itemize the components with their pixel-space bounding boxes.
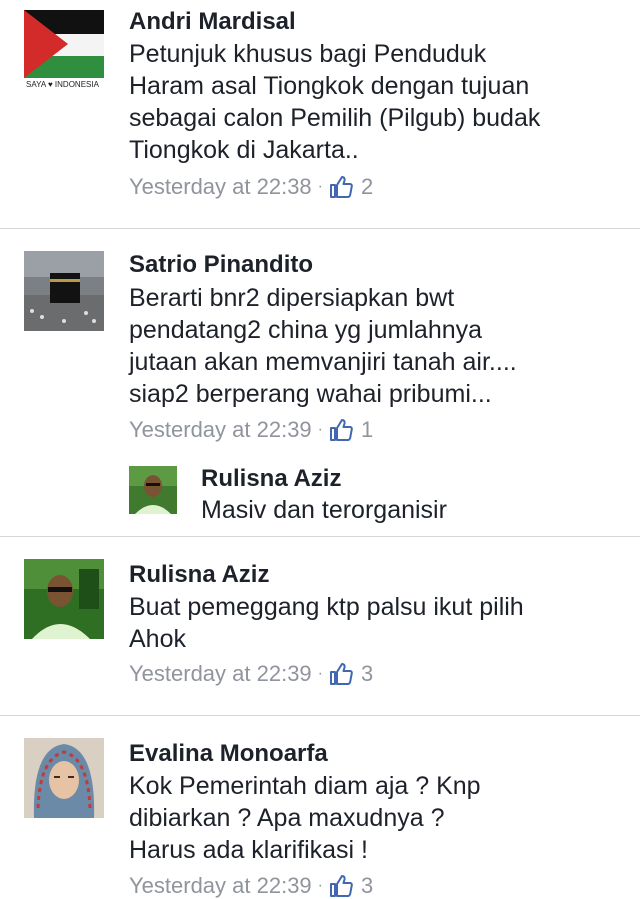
separator-dot: · <box>317 877 323 894</box>
comment-line: Haram asal Tiongkok dengan tujuan <box>129 72 530 100</box>
timestamp[interactable]: Yesterday at 22:39 <box>129 873 312 899</box>
timestamp[interactable]: Yesterday at 22:39 <box>129 417 312 443</box>
thumbs-up-icon[interactable] <box>329 418 353 442</box>
comment-author[interactable]: Evalina Monoarfa <box>129 740 328 768</box>
kaaba-avatar-image <box>24 251 104 331</box>
comment-meta: Yesterday at 22:39 · 3 <box>129 661 373 687</box>
comment-line: Ahok <box>129 625 186 653</box>
reply-author[interactable]: Rulisna Aziz <box>201 465 341 493</box>
comment-andri-mardisal: SAYA ♥ INDONESIA Andri Mardisal Petunjuk… <box>0 0 640 228</box>
comment-text: Kok Pemerintah diam aja ? Knp dibiarkan … <box>129 770 629 866</box>
comment-meta: Yesterday at 22:39 · 1 <box>129 417 373 443</box>
reply-avatar[interactable] <box>129 466 177 514</box>
comment-text: Buat pemeggang ktp palsu ikut pilih Ahok <box>129 591 629 655</box>
comment-text: Petunjuk khusus bagi Penduduk Haram asal… <box>129 38 629 166</box>
comment-line: jutaan akan memvanjiri tanah air.... <box>129 348 517 376</box>
comment-author[interactable]: Rulisna Aziz <box>129 561 269 589</box>
comment-line: Kok Pemerintah diam aja ? Knp <box>129 772 481 800</box>
avatar[interactable] <box>24 251 104 331</box>
thumbs-up-icon[interactable] <box>329 662 353 686</box>
separator-dot: · <box>317 178 323 195</box>
comment-text: Berarti bnr2 dipersiapkan bwt pendatang2… <box>129 282 629 410</box>
like-count[interactable]: 3 <box>361 661 373 687</box>
woman-avatar-image <box>24 738 104 818</box>
like-count[interactable]: 3 <box>361 873 373 899</box>
palestine-flag-avatar-image: SAYA ♥ INDONESIA <box>24 10 104 90</box>
comment-author[interactable]: Satrio Pinandito <box>129 251 313 279</box>
comment-line: Petunjuk khusus bagi Penduduk <box>129 40 487 68</box>
comment-line: Tiongkok di Jakarta.. <box>129 136 359 164</box>
comment-line: Harus ada klarifikasi ! <box>129 836 368 864</box>
comment-line: Buat pemeggang ktp palsu ikut pilih <box>129 593 524 621</box>
comment-rulisna-aziz: Rulisna Aziz Buat pemeggang ktp palsu ik… <box>0 537 640 715</box>
comment-author[interactable]: Andri Mardisal <box>129 8 296 36</box>
avatar-caption: SAYA ♥ INDONESIA <box>26 80 100 89</box>
comment-line: pendatang2 china yg jumlahnya <box>129 316 483 344</box>
comment-meta: Yesterday at 22:38 · 2 <box>129 174 373 200</box>
separator-dot: · <box>317 421 323 438</box>
like-count[interactable]: 2 <box>361 174 373 200</box>
avatar[interactable] <box>24 738 104 818</box>
timestamp[interactable]: Yesterday at 22:38 <box>129 174 312 200</box>
separator-dot: · <box>317 665 323 682</box>
comment-line: dibiarkan ? Apa maxudnya ? <box>129 804 445 832</box>
thumbs-up-icon[interactable] <box>329 874 353 898</box>
reply-text: Masiv dan terorganisir <box>201 496 447 524</box>
comment-satrio-pinandito: Satrio Pinandito Berarti bnr2 dipersiapk… <box>0 229 640 536</box>
comment-line: Berarti bnr2 dipersiapkan bwt <box>129 284 455 312</box>
man-avatar-image <box>129 466 177 514</box>
timestamp[interactable]: Yesterday at 22:39 <box>129 661 312 687</box>
comment-line: sebagai calon Pemilih (Pilgub) budak <box>129 104 541 132</box>
comment-evalina-monoarfa: Evalina Monoarfa Kok Pemerintah diam aja… <box>0 716 640 899</box>
comment-line: siap2 berperang wahai pribumi... <box>129 380 492 408</box>
thumbs-up-icon[interactable] <box>329 175 353 199</box>
comment-meta: Yesterday at 22:39 · 3 <box>129 873 373 899</box>
like-count[interactable]: 1 <box>361 417 373 443</box>
avatar[interactable] <box>24 559 104 639</box>
man-avatar-image <box>24 559 104 639</box>
avatar[interactable]: SAYA ♥ INDONESIA <box>24 10 104 90</box>
